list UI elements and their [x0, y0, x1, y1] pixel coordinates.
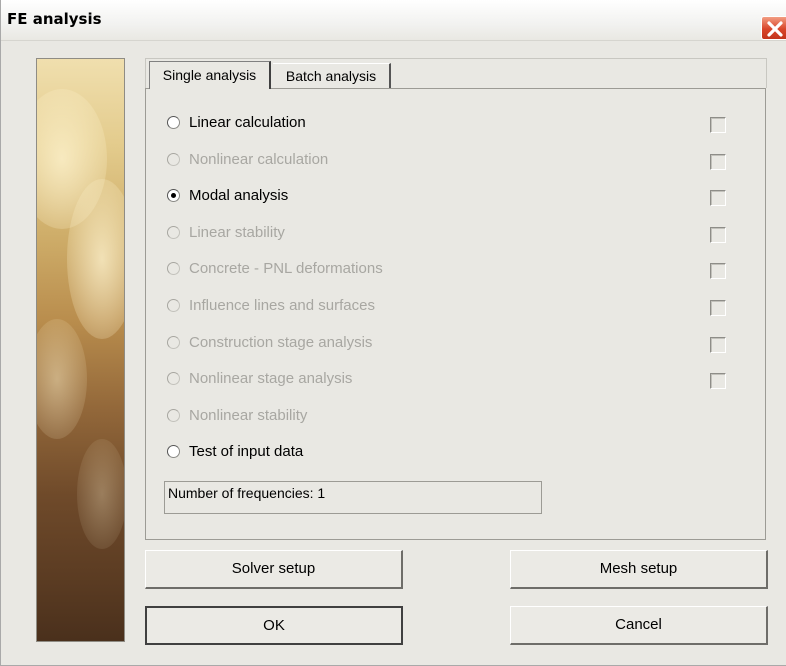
option-radio [167, 372, 180, 385]
option-label: Nonlinear stage analysis [189, 370, 353, 387]
cancel-button[interactable]: Cancel [510, 606, 768, 645]
option-label: Concrete - PNL deformations [189, 260, 383, 277]
option-radio [167, 409, 180, 422]
option-checkbox[interactable] [710, 117, 726, 133]
option-label: Nonlinear calculation [189, 151, 329, 168]
ok-button[interactable]: OK [145, 606, 403, 645]
option-checkbox[interactable] [710, 154, 726, 170]
radio-selected-dot [171, 193, 176, 198]
fe-analysis-dialog: FE analysis Single analysis Batch analys… [0, 0, 786, 666]
option-checkbox[interactable] [710, 190, 726, 206]
option-radio[interactable] [167, 445, 180, 458]
option-label[interactable]: Test of input data [189, 443, 303, 460]
option-checkbox[interactable] [710, 263, 726, 279]
tab-batch-analysis[interactable]: Batch analysis [273, 63, 391, 88]
option-label: Influence lines and surfaces [189, 297, 375, 314]
option-radio [167, 336, 180, 349]
option-radio[interactable] [167, 116, 180, 129]
mesh-setup-button[interactable]: Mesh setup [510, 550, 768, 589]
option-radio [167, 262, 180, 275]
option-radio [167, 226, 180, 239]
option-label: Construction stage analysis [189, 334, 373, 351]
option-checkbox[interactable] [710, 300, 726, 316]
close-button[interactable] [761, 16, 786, 40]
option-label[interactable]: Linear calculation [189, 114, 306, 131]
option-radio [167, 153, 180, 166]
option-label: Linear stability [189, 224, 285, 241]
option-checkbox[interactable] [710, 337, 726, 353]
option-label[interactable]: Modal analysis [189, 187, 288, 204]
option-label: Nonlinear stability [189, 407, 308, 424]
close-icon [767, 21, 783, 37]
title-bar[interactable]: FE analysis [1, 0, 786, 41]
dialog-title: FE analysis [7, 10, 102, 28]
tab-single-analysis[interactable]: Single analysis [149, 61, 271, 89]
option-radio[interactable] [167, 189, 180, 202]
option-radio [167, 299, 180, 312]
option-checkbox[interactable] [710, 227, 726, 243]
solver-setup-button[interactable]: Solver setup [145, 550, 403, 589]
frequency-info: Number of frequencies: 1 [164, 481, 542, 514]
option-checkbox[interactable] [710, 373, 726, 389]
decorative-side-image [36, 58, 125, 642]
